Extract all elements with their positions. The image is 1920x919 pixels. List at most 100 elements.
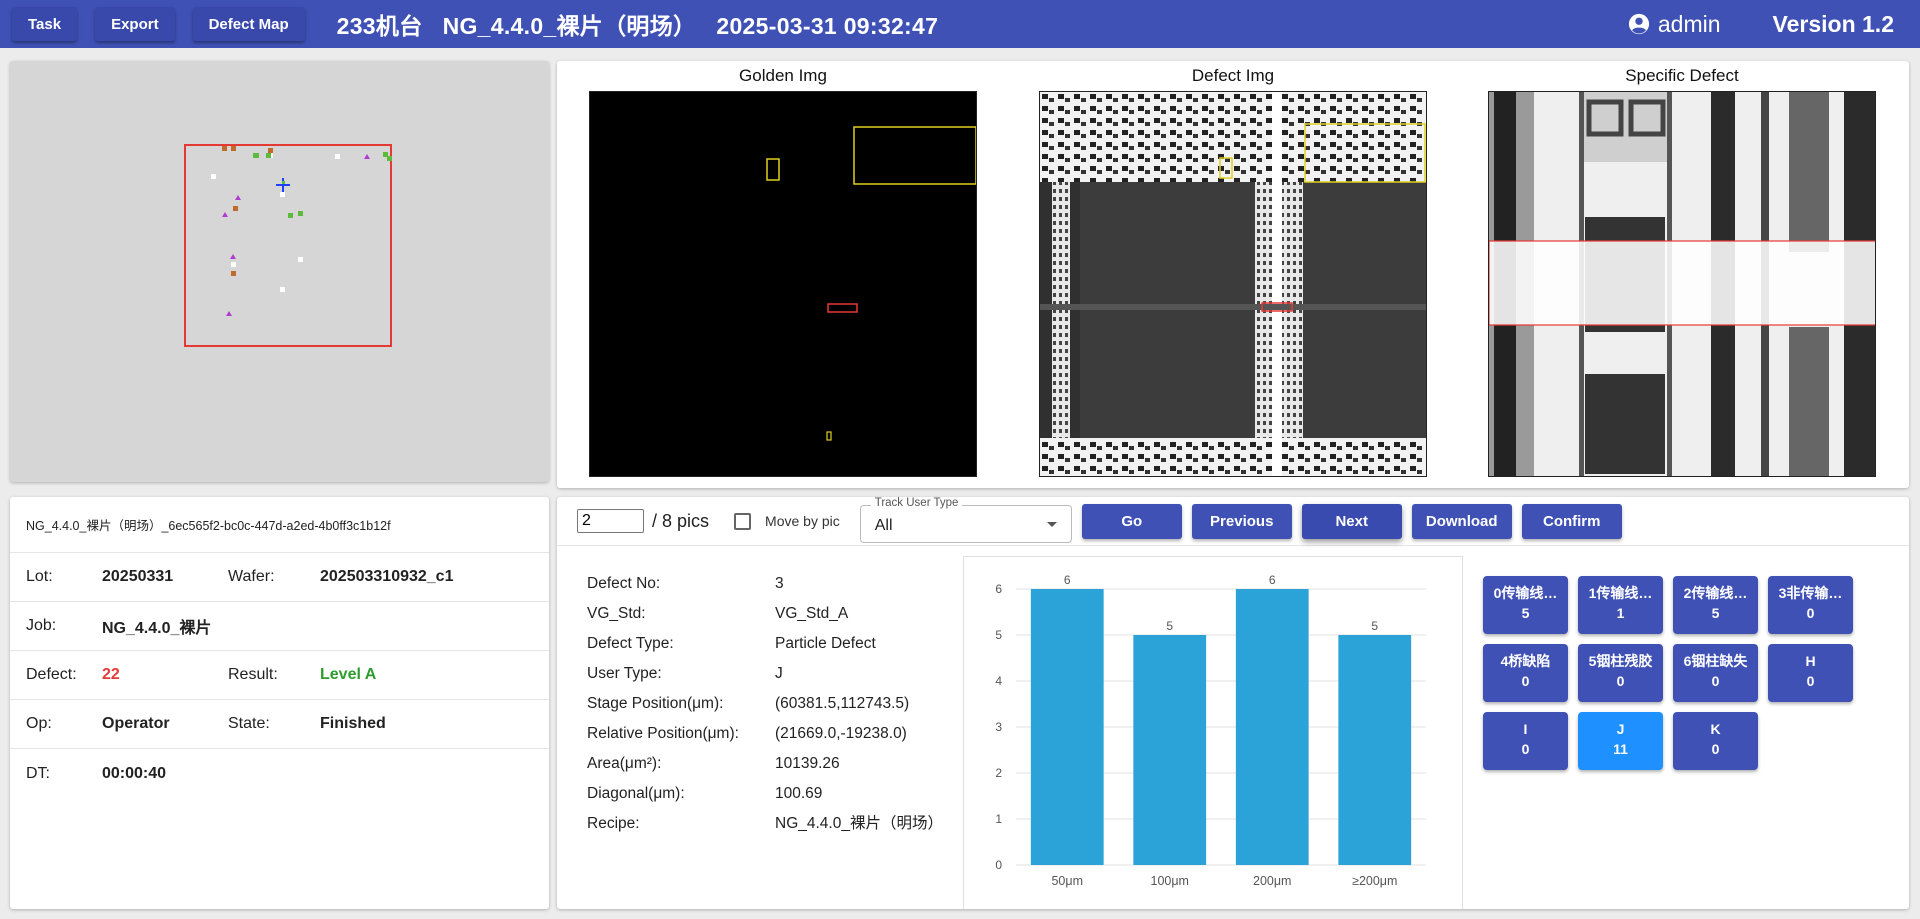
task-button[interactable]: Task bbox=[12, 7, 78, 41]
detail-value: 100.69 bbox=[775, 785, 823, 802]
golden-image-caption: Golden Img bbox=[739, 66, 827, 85]
defect-details: Defect No: 3 VG_Std: VG_Std_A Defect Type:… bbox=[587, 569, 967, 839]
result-value: Level A bbox=[320, 666, 377, 683]
bar-chart: 0 1 2 3 4 5 6 6 50μm 5 100μm 6 200μm 5 ≥200μm bbox=[995, 573, 1426, 888]
defect-type-count: 0 bbox=[1711, 673, 1720, 689]
defect-type-button[interactable]: J 11 bbox=[1578, 712, 1663, 770]
defect-marker bbox=[280, 287, 285, 292]
x-tick-label: ≥200μm bbox=[1352, 874, 1397, 888]
username: admin bbox=[1657, 10, 1721, 37]
defect-type-count: 5 bbox=[1521, 605, 1530, 621]
detail-row: VG_Std: VG_Std_A bbox=[587, 599, 967, 629]
y-tick-label: 3 bbox=[995, 720, 1002, 734]
state-label: State: bbox=[228, 715, 270, 732]
specific-defect-image[interactable] bbox=[1488, 91, 1876, 477]
detail-value: (60381.5,112743.5) bbox=[775, 695, 910, 712]
detail-row: Recipe: NG_4.4.0_裸片（明场） bbox=[587, 809, 967, 839]
confirm-button[interactable]: Confirm bbox=[1521, 503, 1622, 539]
version-label: Version 1.2 bbox=[1772, 10, 1894, 37]
defect-type-name: 2传输线… bbox=[1683, 585, 1748, 601]
wafer-map-panel[interactable] bbox=[10, 61, 549, 482]
info-row-lot: Lot: 20250331 Wafer: 202503310932_c1 bbox=[10, 553, 549, 602]
defect-type-button[interactable]: 4桥缺陷 0 bbox=[1483, 644, 1568, 702]
defect-image-column: Defect Img bbox=[1039, 61, 1427, 477]
defect-type-button[interactable]: 5铟柱残胶 0 bbox=[1578, 644, 1663, 702]
defect-type-name: H bbox=[1805, 653, 1816, 669]
pic-number-input[interactable] bbox=[577, 509, 644, 533]
defect-image-drawing bbox=[1040, 92, 1426, 476]
top-bar: Task Export Defect Map 233机台 NG_4.4.0_裸片… bbox=[0, 0, 1920, 48]
defect-marker bbox=[222, 212, 228, 217]
defect-type-button[interactable]: 2传输线… 5 bbox=[1673, 576, 1758, 634]
defect-marker bbox=[211, 174, 216, 179]
defect-marker bbox=[298, 257, 303, 262]
dropdown-arrow-icon bbox=[1046, 522, 1057, 527]
page-title: 233机台 NG_4.4.0_裸片（明场） 2025-03-31 09:32:4… bbox=[336, 13, 939, 39]
track-user-type-label: Track User Type bbox=[870, 497, 963, 509]
move-by-pic-checkbox[interactable] bbox=[734, 512, 752, 530]
user-menu[interactable]: admin bbox=[1628, 11, 1721, 38]
wafer-label: Wafer: bbox=[228, 568, 275, 585]
detail-row: Relative Position(μm): (21669.0,-19238.0) bbox=[587, 719, 967, 749]
defect-type-count: 5 bbox=[1711, 605, 1720, 621]
lot-label: Lot: bbox=[26, 568, 53, 585]
detail-label: Stage Position(μm): bbox=[587, 695, 724, 712]
specific-defect-column: Specific Defect bbox=[1488, 61, 1876, 477]
chart-bar bbox=[1030, 589, 1104, 865]
defect-type-button[interactable]: K0 bbox=[1673, 712, 1758, 770]
golden-image-column: Golden Img bbox=[589, 61, 977, 477]
defect-image-caption: Defect Img bbox=[1191, 66, 1275, 85]
defect-marker bbox=[235, 195, 241, 200]
defect-marker bbox=[230, 254, 236, 259]
defect-type-button[interactable]: H0 bbox=[1768, 644, 1853, 702]
defect-type-name: 5铟柱残胶 bbox=[1588, 653, 1653, 669]
detail-value: 10139.26 bbox=[775, 755, 840, 772]
defect-count: 22 bbox=[102, 666, 120, 683]
go-button[interactable]: Go bbox=[1081, 503, 1182, 539]
chart-bar bbox=[1338, 635, 1412, 865]
defect-marker bbox=[335, 154, 340, 159]
export-button[interactable]: Export bbox=[95, 7, 175, 41]
x-tick-label: 200μm bbox=[1253, 874, 1291, 888]
defect-marker bbox=[288, 213, 293, 218]
x-tick-label: 50μm bbox=[1051, 874, 1083, 888]
download-button[interactable]: Download bbox=[1411, 503, 1512, 539]
defect-type-button[interactable]: 3非传输… 0 bbox=[1768, 576, 1853, 634]
defect-type-button[interactable]: 6铟柱缺失 0 bbox=[1673, 644, 1758, 702]
op-label: Op: bbox=[26, 715, 52, 732]
defect-marker bbox=[231, 146, 236, 151]
chart-bar bbox=[1133, 635, 1207, 865]
defect-type-name: K bbox=[1710, 721, 1721, 737]
bar-value-label: 5 bbox=[1371, 619, 1378, 633]
track-user-type-select[interactable]: Track User Type All bbox=[859, 497, 1072, 543]
detail-row: User Type: J bbox=[587, 659, 967, 689]
detail-row: Diagonal(μm): 100.69 bbox=[587, 779, 967, 809]
defect-marker bbox=[387, 156, 392, 161]
defect-marker bbox=[364, 154, 370, 159]
previous-button[interactable]: Previous bbox=[1191, 503, 1292, 539]
defect-type-button[interactable]: I0 bbox=[1483, 712, 1568, 770]
detail-label: Defect No: bbox=[587, 575, 661, 592]
lot-value: 20250331 bbox=[102, 568, 174, 585]
detail-value: (21669.0,-19238.0) bbox=[775, 725, 907, 742]
lot-info-panel: NG_4.4.0_裸片（明场）_6ec565f2-bc0c-447d-a2ed-… bbox=[10, 497, 549, 909]
detail-row: Stage Position(μm): (60381.5,112743.5) bbox=[587, 689, 967, 719]
lot-identifier: NG_4.4.0_裸片（明场）_6ec565f2-bc0c-447d-a2ed-… bbox=[10, 497, 549, 553]
wafer-map[interactable] bbox=[10, 61, 549, 482]
golden-image[interactable] bbox=[589, 91, 977, 477]
detail-row: Area(μm²): 10139.26 bbox=[587, 749, 967, 779]
defect-type-button[interactable]: 1传输线… 1 bbox=[1578, 576, 1663, 634]
specific-defect-caption: Specific Defect bbox=[1625, 66, 1739, 85]
defect-type-name: 6铟柱缺失 bbox=[1683, 653, 1748, 669]
defect-image[interactable] bbox=[1039, 91, 1427, 477]
defect-type-count: 11 bbox=[1613, 741, 1628, 757]
defect-map-button[interactable]: Defect Map bbox=[192, 7, 305, 41]
defect-type-name: J bbox=[1616, 721, 1625, 737]
detail-value: 3 bbox=[775, 575, 784, 592]
y-tick-label: 6 bbox=[995, 582, 1002, 596]
next-button[interactable]: Next bbox=[1301, 503, 1402, 539]
defect-type-button[interactable]: 0传输线… 5 bbox=[1483, 576, 1568, 634]
defect-type-name: 3非传输… bbox=[1778, 585, 1843, 601]
detail-label: Defect Type: bbox=[587, 635, 674, 652]
account-circle-icon bbox=[1628, 13, 1649, 35]
